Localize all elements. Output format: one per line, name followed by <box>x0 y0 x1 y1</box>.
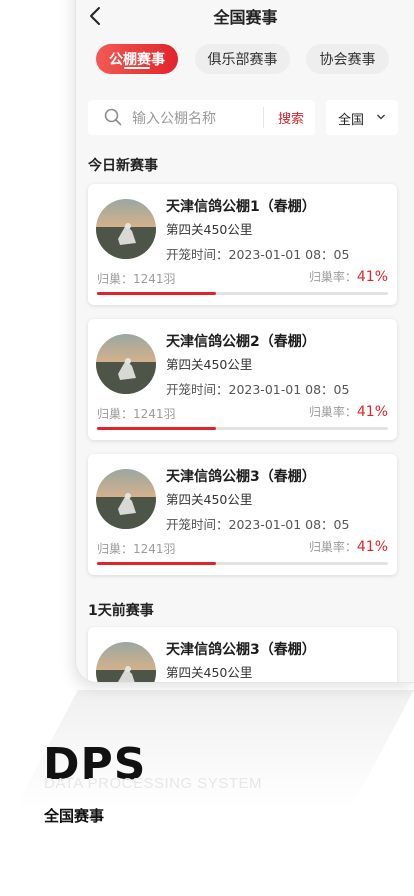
race-card[interactable]: 天津信鸽公棚3（春棚） 第四关450公里 <box>88 627 397 682</box>
release-time: 开笼时间：2023-01-01 08：05 <box>166 382 350 397</box>
region-value: 全国 <box>338 113 365 128</box>
section-title-yesterday: 1天前赛事 <box>88 603 154 619</box>
page-title: 全国赛事 <box>213 8 278 27</box>
region-dropdown[interactable]: 全国 <box>326 100 398 135</box>
race-card[interactable]: 天津信鸽公棚2（春棚） 第四关450公里 开笼时间：2023-01-01 08：… <box>88 319 397 440</box>
screen-caption: 全国赛事 <box>44 807 105 825</box>
loft-name: 天津信鸽公棚3（春棚） <box>166 469 316 485</box>
race-stage: 第四关450公里 <box>166 222 253 237</box>
brand-subtitle: DATA PROCESSING SYSTEM <box>44 775 262 792</box>
nav-bar: 全国赛事 <box>76 0 414 32</box>
homing-progress <box>97 292 388 295</box>
loft-avatar <box>96 334 156 394</box>
race-card[interactable]: 天津信鸽公棚3（春棚） 第四关450公里 开笼时间：2023-01-01 08：… <box>88 454 397 575</box>
race-card[interactable]: 天津信鸽公棚1（春棚） 第四关450公里 开笼时间：2023-01-01 08：… <box>88 184 397 305</box>
tab-bar: 公棚赛事 俱乐部赛事 协会赛事 <box>76 44 414 76</box>
search-input[interactable]: 输入公棚名称 搜索 <box>88 100 315 135</box>
race-stage: 第四关450公里 <box>166 357 253 372</box>
loft-avatar <box>96 642 156 682</box>
homing-count: 归巢：1241羽 <box>97 272 176 286</box>
tab-association[interactable]: 协会赛事 <box>306 44 389 74</box>
race-stage: 第四关450公里 <box>166 492 253 507</box>
tab-club[interactable]: 俱乐部赛事 <box>195 44 290 74</box>
loft-avatar <box>96 199 156 259</box>
loft-name: 天津信鸽公棚2（春棚） <box>166 334 316 350</box>
tab-label: 俱乐部赛事 <box>207 52 278 68</box>
search-row: 输入公棚名称 搜索 全国 <box>88 100 398 135</box>
loft-name: 天津信鸽公棚3（春棚） <box>166 642 316 658</box>
chevron-down-icon <box>377 114 385 120</box>
race-stage: 第四关450公里 <box>166 665 253 680</box>
homing-rate: 归巢率：41% <box>308 269 388 285</box>
tab-public-loft[interactable]: 公棚赛事 <box>96 44 178 74</box>
homing-progress <box>97 427 388 430</box>
active-tab-indicator <box>124 67 150 69</box>
loft-name: 天津信鸽公棚1（春棚） <box>166 199 316 215</box>
loft-avatar <box>96 469 156 529</box>
phone-frame: 全国赛事 公棚赛事 俱乐部赛事 协会赛事 输入公棚名称 搜索 全国 今日新赛事 … <box>75 0 414 683</box>
release-time: 开笼时间：2023-01-01 08：05 <box>166 247 350 262</box>
divider <box>263 107 264 128</box>
search-placeholder: 输入公棚名称 <box>132 111 216 127</box>
homing-rate: 归巢率：41% <box>308 539 388 555</box>
release-time: 开笼时间：2023-01-01 08：05 <box>166 517 350 532</box>
homing-progress <box>97 562 388 565</box>
homing-count: 归巢：1241羽 <box>97 542 176 556</box>
search-button[interactable]: 搜索 <box>278 108 304 127</box>
search-icon <box>104 108 122 126</box>
section-title-today: 今日新赛事 <box>88 158 158 174</box>
tab-label: 公棚赛事 <box>109 52 165 68</box>
tab-label: 协会赛事 <box>319 52 376 68</box>
homing-rate: 归巢率：41% <box>308 404 388 420</box>
homing-count: 归巢：1241羽 <box>97 407 176 421</box>
